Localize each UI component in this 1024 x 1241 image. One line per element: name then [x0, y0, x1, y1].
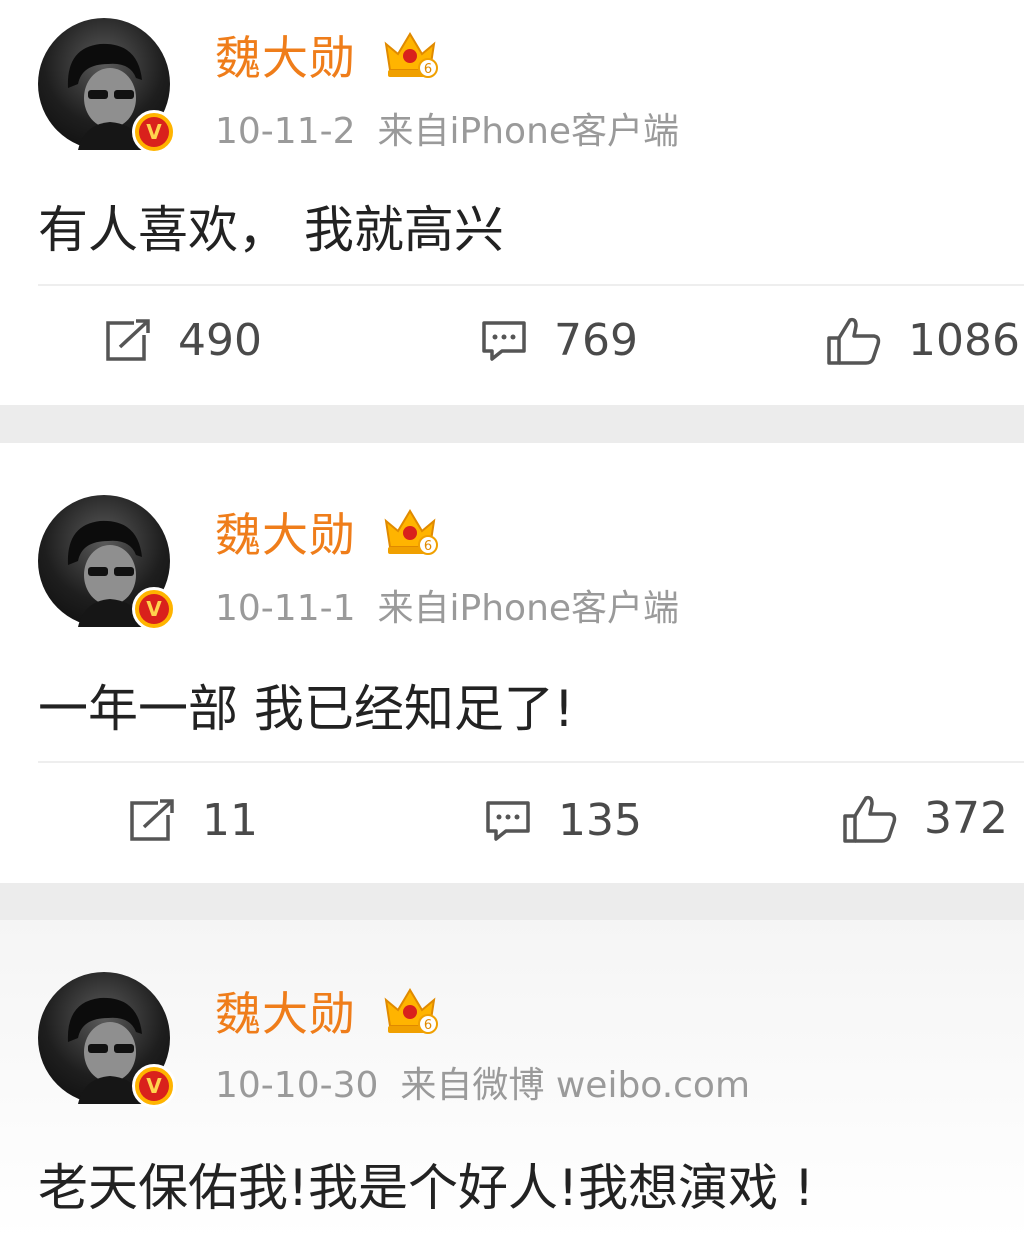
verified-v-icon: V	[132, 110, 176, 154]
comment-button[interactable]: 135	[484, 795, 642, 846]
post-time[interactable]: 10-10-30	[215, 1065, 378, 1106]
divider	[38, 284, 1024, 286]
svg-text:6: 6	[424, 539, 432, 554]
post-card: V 魏大勋 6 10-10-30 来自微博 weibo.com 老天保佑我!我是个…	[0, 920, 1024, 1241]
repost-count: 490	[178, 315, 262, 366]
post-source: 来自iPhone客户端	[377, 111, 680, 152]
avatar[interactable]: V	[38, 18, 176, 154]
post-meta: 10-11-1 来自iPhone客户端	[215, 579, 679, 631]
svg-text:6: 6	[424, 62, 432, 77]
comment-count: 769	[554, 315, 638, 366]
post-text: 有人喜欢， 我就高兴	[38, 201, 504, 259]
avatar[interactable]: V	[38, 972, 176, 1108]
like-count: 372	[924, 793, 1008, 844]
vip-crown-icon: 6	[384, 32, 438, 78]
post-card: V 魏大勋 6 10-11-1 来自iPhone客户端 一年一部 我已经知足了! …	[0, 443, 1024, 883]
post-text: 老天保佑我!我是个好人!我想演戏 !	[38, 1159, 815, 1217]
repost-icon	[106, 318, 150, 361]
repost-count: 11	[202, 795, 258, 846]
post-time[interactable]: 10-11-1	[215, 588, 356, 629]
post-time[interactable]: 10-11-2	[215, 111, 356, 152]
repost-button[interactable]: 490	[104, 315, 262, 366]
post-meta: 10-11-2 来自iPhone客户端	[215, 102, 679, 154]
username[interactable]: 魏大勋	[215, 499, 356, 565]
verified-v-icon: V	[132, 587, 176, 631]
like-icon	[827, 317, 881, 365]
post-source: 来自微博 weibo.com	[400, 1065, 751, 1106]
like-button[interactable]: 372	[842, 793, 1008, 844]
like-icon	[843, 795, 897, 843]
weibo-feed: V 魏大勋 6 10-11-2 来自iPhone客户端 有人喜欢， 我就高兴 49…	[0, 0, 1024, 1241]
username[interactable]: 魏大勋	[215, 22, 356, 88]
comment-icon	[482, 320, 526, 361]
repost-icon	[130, 798, 174, 841]
comment-button[interactable]: 769	[480, 315, 638, 366]
vip-crown-icon: 6	[384, 988, 438, 1034]
svg-text:6: 6	[424, 1018, 432, 1033]
comment-count: 135	[558, 795, 642, 846]
post-card: V 魏大勋 6 10-11-2 来自iPhone客户端 有人喜欢， 我就高兴 49…	[0, 0, 1024, 405]
avatar[interactable]: V	[38, 495, 176, 631]
username[interactable]: 魏大勋	[215, 978, 356, 1044]
vip-crown-icon: 6	[384, 509, 438, 555]
divider	[38, 761, 1024, 763]
like-button[interactable]: 1086	[826, 315, 1020, 366]
like-count: 1086	[908, 315, 1020, 366]
verified-v-icon: V	[132, 1064, 176, 1108]
comment-icon	[486, 800, 530, 841]
repost-button[interactable]: 11	[128, 795, 258, 846]
post-text: 一年一部 我已经知足了!	[38, 680, 574, 738]
post-source: 来自iPhone客户端	[377, 588, 680, 629]
post-meta: 10-10-30 来自微博 weibo.com	[215, 1056, 750, 1108]
